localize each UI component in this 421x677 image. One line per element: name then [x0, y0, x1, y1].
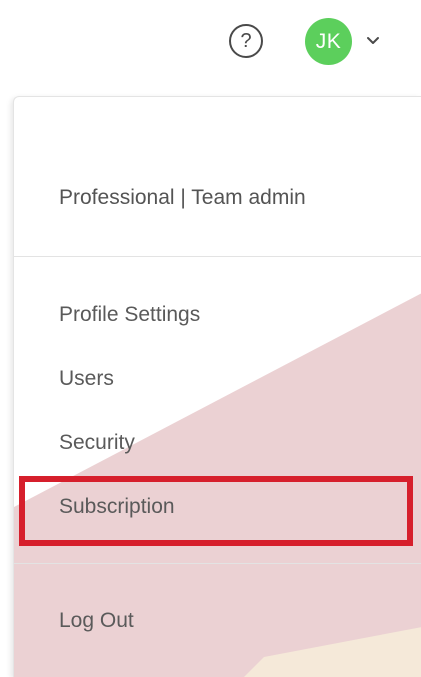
account-plan-label: Professional | Team admin [59, 186, 306, 209]
help-button[interactable]: ? [229, 24, 263, 58]
avatar-initials: JK [315, 29, 342, 53]
menu-item-security[interactable]: Security [59, 431, 135, 455]
menu-item-users[interactable]: Users [59, 367, 114, 391]
chevron-down-icon[interactable] [366, 35, 380, 45]
menu-item-profile-settings[interactable]: Profile Settings [59, 303, 200, 327]
question-icon: ? [240, 30, 252, 52]
menu-divider [14, 563, 421, 564]
menu-divider [14, 256, 421, 257]
user-dropdown-menu: Professional | Team admin Profile Settin… [13, 96, 421, 677]
menu-item-log-out[interactable]: Log Out [59, 609, 134, 633]
avatar[interactable]: JK [305, 18, 352, 65]
menu-item-subscription[interactable]: Subscription [59, 495, 175, 519]
